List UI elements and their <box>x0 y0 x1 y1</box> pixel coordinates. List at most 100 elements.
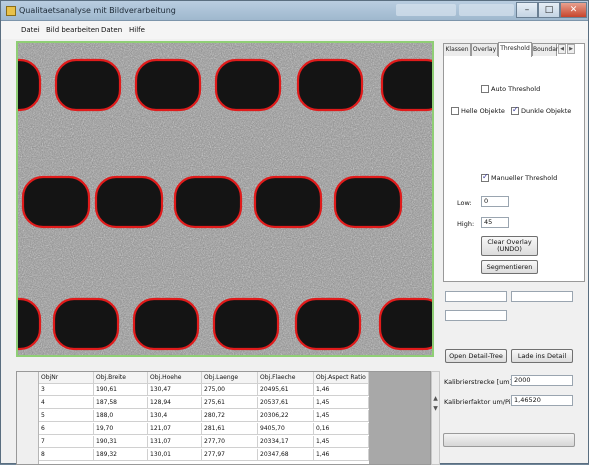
segmented-hole <box>134 58 202 112</box>
cell-hoehe[interactable]: 121,07 <box>148 423 202 435</box>
cell-hoehe[interactable]: 130,01 <box>148 449 202 461</box>
cell-aspect-ratio[interactable]: 1,46 <box>314 384 369 396</box>
tab-boundary[interactable]: Boundar <box>532 43 558 56</box>
table-row[interactable]: 7 190,31 131,07 277,70 20334,17 1,45 <box>17 436 369 448</box>
cell-aspect-ratio[interactable]: 1,45 <box>314 410 369 422</box>
table-row[interactable]: 4 187,58 128,94 275,61 20537,61 1,45 <box>17 397 369 409</box>
cell-flaeche[interactable]: 20306,22 <box>258 410 314 422</box>
cell-breite[interactable]: 190,31 <box>94 436 148 448</box>
checkbox-box[interactable] <box>451 107 459 115</box>
cell-laenge[interactable]: 275,00 <box>202 384 258 396</box>
tab-threshold[interactable]: Threshold <box>498 42 532 57</box>
kalibrierfaktor-input[interactable]: 1,46520 <box>511 395 573 406</box>
segmented-hole <box>296 58 364 112</box>
low-input[interactable]: 0 <box>481 196 509 207</box>
cell-hoehe[interactable]: 130,4 <box>148 410 202 422</box>
title-bar[interactable]: Qualitaetsanalyse mit Bildverarbeitung –… <box>1 1 588 21</box>
cell-flaeche[interactable]: 20334,17 <box>258 436 314 448</box>
cell-objnr[interactable]: 4 <box>39 397 94 409</box>
cell-objnr[interactable]: 5 <box>39 410 94 422</box>
scroll-down-icon[interactable]: ▼ <box>432 404 439 413</box>
tab-overlay[interactable]: Overlay <box>471 43 498 56</box>
cell-objnr[interactable]: 7 <box>39 436 94 448</box>
info-field-3[interactable] <box>445 310 507 321</box>
maximize-button[interactable]: □ <box>538 2 560 18</box>
info-field-1[interactable] <box>445 291 507 302</box>
menu-hilfe[interactable]: Hilfe <box>129 26 145 34</box>
high-input[interactable]: 45 <box>481 217 509 228</box>
cell-objnr[interactable]: 6 <box>39 423 94 435</box>
cell-aspect-ratio[interactable]: 0,16 <box>314 423 369 435</box>
column-header-flaeche[interactable]: Obj.Flaeche <box>258 372 314 384</box>
tab-scroll-left-icon[interactable]: ◀ <box>558 44 566 54</box>
cell-flaeche[interactable]: 20347,68 <box>258 449 314 461</box>
scroll-up-icon[interactable]: ▲ <box>432 394 439 403</box>
table-row[interactable]: 6 19,70 121,07 281,61 9405,70 0,16 <box>17 423 369 435</box>
menu-daten[interactable]: Daten <box>101 26 122 34</box>
cell-breite[interactable]: 187,58 <box>94 397 148 409</box>
column-header-aspect-ratio[interactable]: Obj.Aspect Ratio <box>314 372 369 384</box>
image-view[interactable] <box>16 41 434 357</box>
menu-datei[interactable]: Datei <box>21 26 40 34</box>
column-header-laenge[interactable]: Obj.Laenge <box>202 372 258 384</box>
cell-objnr[interactable]: 8 <box>39 449 94 461</box>
manueller-threshold-label: Manueller Threshold <box>491 174 558 182</box>
cell-breite[interactable]: 189,32 <box>94 449 148 461</box>
app-icon <box>6 6 16 16</box>
cell-laenge[interactable]: 275,61 <box>202 397 258 409</box>
close-button[interactable]: ✕ <box>560 2 587 18</box>
cell-flaeche[interactable]: 20537,61 <box>258 397 314 409</box>
dunkle-objekte-checkbox[interactable]: Dunkle Objekte <box>511 105 571 115</box>
segmented-hole <box>21 175 91 229</box>
manueller-threshold-checkbox[interactable]: Manueller Threshold <box>481 172 558 182</box>
cell-objnr[interactable]: 3 <box>39 384 94 396</box>
table-row[interactable]: 3 190,61 130,47 275,00 20495,61 1,46 <box>17 384 369 396</box>
low-label: Low: <box>457 199 472 207</box>
table-row[interactable]: 5 188,0 130,4 280,72 20306,22 1,45 <box>17 410 369 422</box>
segmented-hole <box>253 175 323 229</box>
info-field-2[interactable] <box>511 291 573 302</box>
segmented-hole <box>18 58 42 112</box>
cell-flaeche[interactable]: 9405,70 <box>258 423 314 435</box>
cell-hoehe[interactable]: 130,47 <box>148 384 202 396</box>
cell-aspect-ratio[interactable]: 1,45 <box>314 397 369 409</box>
cell-laenge[interactable]: 280,72 <box>202 410 258 422</box>
menu-bar: Datei Bild bearbeiten Daten Hilfe <box>1 21 588 39</box>
cell-aspect-ratio[interactable]: 1,46 <box>314 449 369 461</box>
cell-breite[interactable]: 188,0 <box>94 410 148 422</box>
minimize-button[interactable]: – <box>516 2 538 18</box>
table-row[interactable]: 8 189,32 130,01 277,97 20347,68 1,46 <box>17 449 369 461</box>
cell-laenge[interactable]: 277,70 <box>202 436 258 448</box>
cell-aspect-ratio[interactable]: 1,45 <box>314 436 369 448</box>
table-empty-area <box>369 372 430 464</box>
cell-hoehe[interactable]: 131,07 <box>148 436 202 448</box>
column-header-objnr[interactable]: ObjNr <box>39 372 94 384</box>
auto-threshold-checkbox[interactable]: Auto Threshold <box>481 85 540 93</box>
tab-scroll-right-icon[interactable]: ▶ <box>567 44 575 54</box>
cell-laenge[interactable]: 277,97 <box>202 449 258 461</box>
cell-breite[interactable]: 19,70 <box>94 423 148 435</box>
checkbox-box[interactable] <box>481 172 489 182</box>
helle-objekte-checkbox[interactable]: Helle Objekte <box>451 107 505 115</box>
menu-bild-bearbeiten[interactable]: Bild bearbeiten <box>46 26 99 34</box>
kalibrierstrecke-label: Kalibrierstrecke [um]: <box>444 378 515 386</box>
column-header-hoehe[interactable]: Obj.Hoehe <box>148 372 202 384</box>
load-detail-button[interactable]: Lade ins Detail <box>511 349 573 363</box>
cell-breite[interactable]: 190,61 <box>94 384 148 396</box>
application-window: Qualitaetsanalyse mit Bildverarbeitung –… <box>0 0 589 465</box>
results-table[interactable]: ObjNr Obj.Breite Obj.Hoehe Obj.Laenge Ob… <box>16 371 431 465</box>
kalibrierstrecke-input[interactable]: 2000 <box>511 375 573 386</box>
column-header-breite[interactable]: Obj.Breite <box>94 372 148 384</box>
tab-klassen[interactable]: Klassen <box>443 43 471 56</box>
checkbox-box[interactable] <box>511 105 519 115</box>
table-scrollbar[interactable]: ▲ ▼ <box>431 371 440 465</box>
cell-hoehe[interactable]: 128,94 <box>148 397 202 409</box>
segmented-hole <box>212 297 280 351</box>
clear-overlay-button[interactable]: Clear Overlay (UNDO) <box>481 236 538 256</box>
cell-flaeche[interactable]: 20495,61 <box>258 384 314 396</box>
open-detail-tree-button[interactable]: Open Detail-Tree <box>445 349 507 363</box>
segmentieren-button[interactable]: Segmentieren <box>481 260 538 274</box>
background-window-blur <box>459 4 514 16</box>
cell-laenge[interactable]: 281,61 <box>202 423 258 435</box>
checkbox-box[interactable] <box>481 85 489 93</box>
